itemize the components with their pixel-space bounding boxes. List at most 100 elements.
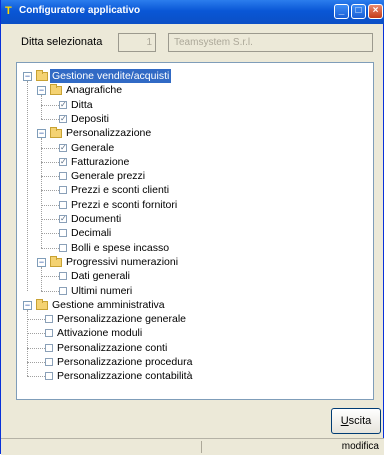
company-row: Ditta selezionata 1 Teamsystem S.r.l.: [1, 24, 384, 58]
tree-connector: [41, 291, 59, 292]
unchecked-checkbox-icon[interactable]: [45, 344, 53, 352]
tree-node-item[interactable]: Personalizzazione procedura: [55, 355, 194, 369]
tree-node-item[interactable]: Personalizzazione conti: [55, 341, 169, 355]
company-label: Ditta selezionata: [21, 36, 103, 48]
unchecked-checkbox-icon[interactable]: [59, 186, 67, 194]
tree-node-label: Gestione amministrativa: [52, 298, 165, 311]
tree-node-label: Personalizzazione generale: [57, 313, 186, 326]
collapse-toggle-icon[interactable]: −: [37, 86, 46, 95]
tree-connector: [41, 190, 59, 191]
company-name-field: Teamsystem S.r.l.: [168, 33, 373, 52]
tree-node-item[interactable]: Attivazione moduli: [55, 326, 144, 340]
unchecked-checkbox-icon[interactable]: [59, 287, 67, 295]
title-bar[interactable]: T Configuratore applicativo _ □ ×: [1, 0, 384, 24]
tree-node-label: Personalizzazione procedura: [57, 356, 193, 368]
exit-button[interactable]: Uscita: [331, 408, 381, 434]
tree-connector: [27, 362, 45, 363]
tree-node-folder[interactable]: Personalizzazione: [64, 126, 153, 140]
checked-checkbox-icon[interactable]: ✓: [59, 215, 67, 223]
tree-node-label: Personalizzazione contabilità: [57, 370, 193, 383]
tree-node-item[interactable]: Bolli e spese incasso: [69, 241, 171, 255]
tree-node-item[interactable]: Ditta: [69, 98, 95, 112]
unchecked-checkbox-icon[interactable]: [45, 315, 53, 323]
unchecked-checkbox-icon[interactable]: [59, 172, 67, 180]
close-icon: ×: [372, 5, 379, 16]
tree-node-item[interactable]: Documenti: [69, 212, 123, 226]
tree-connector: [41, 248, 59, 249]
folder-icon: [36, 70, 48, 81]
tree-node-item[interactable]: Ultimi numeri: [69, 284, 134, 298]
unchecked-checkbox-icon[interactable]: [59, 201, 67, 209]
tree-node-label: Generale prezzi: [71, 170, 146, 183]
tree-node-label: Anagrafiche: [66, 84, 123, 97]
close-button[interactable]: ×: [368, 4, 383, 19]
folder-icon: [50, 84, 62, 95]
checked-checkbox-icon[interactable]: ✓: [59, 101, 67, 109]
tree-node-label: Ditta: [71, 98, 93, 111]
unchecked-checkbox-icon[interactable]: [45, 372, 53, 380]
tree-node-label: Progressivi numerazioni: [66, 255, 179, 268]
tree-connector: [41, 176, 59, 177]
tree-node-item[interactable]: Generale prezzi: [69, 169, 147, 183]
tree-node-label: Gestione vendite/acquisti: [50, 69, 172, 83]
tree-node-label: Attivazione moduli: [57, 327, 143, 340]
maximize-button[interactable]: □: [351, 4, 366, 19]
tree-node-label: Generale: [71, 141, 115, 154]
checked-checkbox-icon[interactable]: ✓: [59, 144, 67, 152]
window: T Configuratore applicativo _ □ × Ditta …: [0, 0, 384, 455]
tree-node-item[interactable]: Generale: [69, 141, 116, 155]
tree-connector: [41, 105, 59, 106]
tree-node-folder[interactable]: Progressivi numerazioni: [64, 255, 180, 269]
collapse-toggle-icon[interactable]: −: [37, 129, 46, 138]
unchecked-checkbox-icon[interactable]: [59, 272, 67, 280]
tree-connector: [41, 162, 59, 163]
folder-icon: [36, 299, 48, 310]
tree-connector: [41, 138, 42, 248]
tree-connector: [27, 333, 45, 334]
tree-node-item[interactable]: Prezzi e sconti fornitori: [69, 198, 179, 212]
minimize-button[interactable]: _: [334, 4, 349, 19]
collapse-toggle-icon[interactable]: −: [37, 258, 46, 267]
tree-node-folder[interactable]: Gestione amministrativa: [50, 298, 167, 312]
folder-icon: [50, 256, 62, 267]
tree-connector: [41, 267, 42, 291]
tree-node-label: Personalizzazione conti: [57, 341, 168, 354]
tree-connector: [41, 95, 42, 119]
tree-node-item[interactable]: Personalizzazione contabilità: [55, 369, 194, 383]
tree-connector: [27, 319, 45, 320]
app-icon: T: [5, 5, 12, 17]
tree-connector: [41, 205, 59, 206]
tree-node-folder[interactable]: Gestione vendite/acquisti: [50, 69, 172, 83]
checked-checkbox-icon[interactable]: ✓: [59, 158, 67, 166]
unchecked-checkbox-icon[interactable]: [59, 229, 67, 237]
tree-node-item[interactable]: Depositi: [69, 112, 111, 126]
status-divider: [201, 441, 202, 453]
company-code-field: 1: [118, 33, 156, 52]
collapse-toggle-icon[interactable]: −: [23, 301, 32, 310]
tree-node-item[interactable]: Personalizzazione generale: [55, 312, 188, 326]
tree-node-item[interactable]: Prezzi e sconti clienti: [69, 183, 171, 197]
tree-node-item[interactable]: Fatturazione: [69, 155, 131, 169]
tree-node-item[interactable]: Decimali: [69, 226, 113, 240]
tree-node-label: Bolli e spese incasso: [71, 241, 170, 254]
tree-connector: [41, 119, 59, 120]
tree-connector: [41, 148, 59, 149]
folder-icon: [50, 127, 62, 138]
tree-node-item[interactable]: Dati generali: [69, 269, 132, 283]
tree-node-label: Dati generali: [71, 270, 130, 283]
tree-node-folder[interactable]: Anagrafiche: [64, 83, 124, 97]
tree-node-label: Decimali: [71, 227, 112, 240]
collapse-toggle-icon[interactable]: −: [23, 72, 32, 81]
window-title: Configuratore applicativo: [19, 5, 141, 16]
checked-checkbox-icon[interactable]: ✓: [59, 115, 67, 123]
tree-connector: [27, 310, 28, 376]
unchecked-checkbox-icon[interactable]: [45, 329, 53, 337]
tree-connector: [27, 348, 45, 349]
configuration-tree: − Gestione vendite/acquisti − Anagrafiche ✓ D…: [17, 63, 373, 399]
tree-panel: − Gestione vendite/acquisti − Anagrafiche ✓ D…: [16, 62, 374, 400]
tree-node-label: Ultimi numeri: [71, 284, 133, 297]
unchecked-checkbox-icon[interactable]: [59, 244, 67, 252]
tree-connector: [27, 81, 28, 291]
unchecked-checkbox-icon[interactable]: [45, 358, 53, 366]
tree-connector: [41, 276, 59, 277]
